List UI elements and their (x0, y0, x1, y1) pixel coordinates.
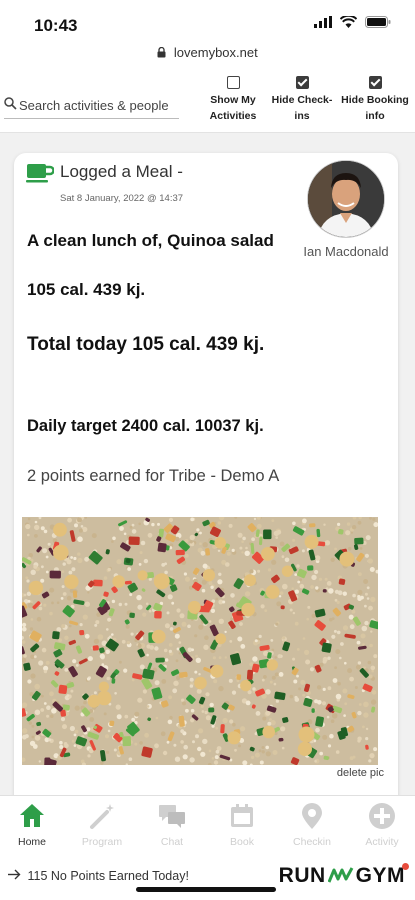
tab-activity[interactable]: Activity (352, 802, 412, 848)
points-earned: 2 points earned for Tribe - Demo A (27, 467, 280, 485)
home-icon (20, 804, 44, 827)
member-name[interactable]: Ian Macdonald (299, 242, 393, 262)
tab-chat[interactable]: Chat (142, 802, 202, 848)
meal-photo[interactable] (22, 517, 378, 765)
show-my-activities-label: Show My Activities (209, 94, 257, 122)
avatar[interactable] (307, 160, 385, 238)
battery-icon (365, 16, 391, 28)
status-bar: 10:43 (0, 0, 415, 44)
toggle-show-my-activities[interactable]: Show My Activities (197, 76, 269, 124)
meal-calories: 105 cal. 439 kj. (27, 280, 146, 299)
activity-feed[interactable]: Logged a Meal - Sat 8 January, 2022 @ 14… (0, 133, 415, 795)
tab-checkin[interactable]: Checkin (282, 802, 342, 848)
brand-text-right: GYM (355, 864, 405, 887)
tab-chat-label: Chat (160, 836, 184, 848)
brand-text-left: RUN (278, 864, 326, 887)
activity-timestamp: Sat 8 January, 2022 @ 14:37 (60, 193, 184, 204)
hide-check-ins-label: Hide Check-ins (271, 94, 333, 122)
profile-photo (308, 161, 384, 237)
delete-pic-link[interactable]: delete pic (337, 767, 384, 779)
browser-url: lovemybox.net (173, 45, 258, 61)
points-banner[interactable]: 115 No Points Earned Today! (8, 869, 189, 883)
search-box (4, 94, 179, 119)
toggle-hide-check-ins[interactable]: Hide Check-ins (266, 76, 338, 124)
status-icons (314, 16, 391, 28)
calendar-icon (231, 804, 253, 827)
chat-icon (159, 805, 185, 828)
filter-bar: Show My Activities Hide Check-ins Hide B… (0, 72, 415, 133)
points-banner-text: 115 No Points Earned Today! (27, 869, 189, 883)
hide-check-ins-checkbox[interactable] (295, 76, 309, 89)
location-pin-icon (302, 803, 322, 829)
toggle-hide-booking-info[interactable]: Hide Booking info (339, 76, 411, 124)
brand-logo: RUN GYM (278, 863, 409, 889)
bottom-tab-bar: Home Program Chat Book Checkin Activity (0, 795, 415, 858)
tab-book[interactable]: Book (212, 802, 272, 848)
plus-circle-icon (369, 803, 395, 829)
footer-bar: 115 No Points Earned Today! RUN GYM (0, 857, 415, 900)
hide-booking-info-label: Hide Booking info (341, 94, 409, 122)
coffee-cup-icon (26, 164, 54, 183)
signal-icon (314, 16, 332, 28)
search-input[interactable] (19, 95, 177, 115)
meal-description: A clean lunch of, Quinoa salad (27, 231, 274, 250)
brand-mark-icon (327, 867, 353, 883)
tab-home-label: Home (17, 836, 46, 848)
lock-icon (157, 47, 166, 58)
magic-wand-icon (90, 804, 114, 829)
hide-booking-info-checkbox[interactable] (368, 76, 382, 89)
brand-dot (402, 863, 409, 870)
activity-title: Logged a Meal - (60, 162, 183, 181)
tab-checkin-label: Checkin (293, 836, 331, 848)
show-my-activities-checkbox[interactable] (226, 76, 240, 89)
daily-target: Daily target 2400 cal. 10037 kj. (27, 417, 264, 435)
home-indicator (136, 887, 276, 892)
total-today: Total today 105 cal. 439 kj. (27, 334, 265, 355)
tab-program-label: Program (81, 836, 123, 848)
search-icon (4, 97, 17, 110)
tab-home[interactable]: Home (2, 802, 62, 848)
arrow-right-icon (8, 869, 21, 880)
browser-url-bar[interactable]: lovemybox.net (0, 44, 415, 72)
tab-book-label: Book (230, 836, 254, 848)
activity-card: Logged a Meal - Sat 8 January, 2022 @ 14… (14, 153, 398, 795)
tab-activity-label: Activity (365, 836, 399, 848)
wifi-icon (340, 16, 357, 28)
status-time: 10:43 (34, 16, 78, 35)
tab-program[interactable]: Program (72, 802, 132, 848)
